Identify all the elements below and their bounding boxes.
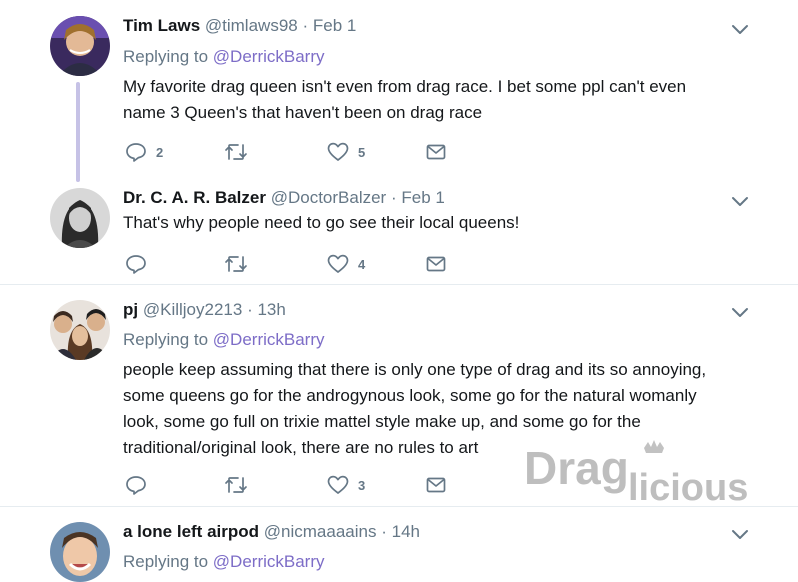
like-count: 3 xyxy=(358,477,366,493)
tweet-tim-laws[interactable]: Tim Laws @timlaws98 · Feb 1 Replying to … xyxy=(0,0,798,182)
retweet-icon[interactable] xyxy=(223,141,249,163)
like-button[interactable]: 3 xyxy=(327,473,365,497)
tweet-actions: 2 5 xyxy=(123,140,463,164)
chevron-down-icon[interactable] xyxy=(730,194,750,208)
separator-dot: · xyxy=(302,16,309,35)
display-name[interactable]: pj xyxy=(123,300,138,319)
chevron-down-icon[interactable] xyxy=(730,305,750,319)
avatar[interactable] xyxy=(50,16,110,76)
replying-prefix: Replying to xyxy=(123,47,209,66)
heart-icon[interactable] xyxy=(327,253,349,275)
reply-icon[interactable] xyxy=(125,474,147,496)
tweet-text-line: That's why people need to go see their l… xyxy=(123,213,520,232)
dm-button[interactable] xyxy=(425,473,447,497)
envelope-icon[interactable] xyxy=(425,141,447,163)
replying-to: Replying to @DerrickBarry xyxy=(123,330,325,350)
reply-button[interactable] xyxy=(125,252,156,276)
reply-icon[interactable] xyxy=(125,141,147,163)
replying-to-link[interactable]: @DerrickBarry xyxy=(213,552,325,571)
tweet-header: Tim Laws @timlaws98 · Feb 1 xyxy=(123,16,356,36)
display-name[interactable]: Dr. C. A. R. Balzer xyxy=(123,188,266,207)
chevron-down-icon[interactable] xyxy=(730,22,750,36)
dm-button[interactable] xyxy=(425,140,447,164)
replying-prefix: Replying to xyxy=(123,552,209,571)
avatar[interactable] xyxy=(50,300,110,360)
avatar[interactable] xyxy=(50,188,110,248)
reply-icon[interactable] xyxy=(125,253,147,275)
timestamp[interactable]: 14h xyxy=(392,522,420,541)
tweet-text-line: My favorite drag queen isn't even from d… xyxy=(123,77,687,96)
retweet-button[interactable] xyxy=(223,473,258,497)
tweet-text-line: look, some go full on trixie mattel styl… xyxy=(123,412,641,431)
like-count: 5 xyxy=(358,144,366,160)
envelope-icon[interactable] xyxy=(425,474,447,496)
tweet-text-line: name 3 Queen's that haven't been on drag… xyxy=(123,103,483,122)
tweet-text-line: people keep assuming that there is only … xyxy=(123,360,707,379)
tweet-text: That's why people need to go see their l… xyxy=(123,210,763,236)
like-button[interactable]: 4 xyxy=(327,252,365,276)
user-handle[interactable]: @timlaws98 xyxy=(205,16,298,35)
timestamp[interactable]: Feb 1 xyxy=(313,16,356,35)
retweet-button[interactable] xyxy=(223,252,258,276)
tweet-a-lone-left-airpod[interactable]: a lone left airpod @nicmaaaains · 14h Re… xyxy=(0,507,798,582)
tweet-header: pj @Killjoy2213 · 13h xyxy=(123,300,286,320)
replying-to-link[interactable]: @DerrickBarry xyxy=(213,330,325,349)
replying-to: Replying to @DerrickBarry xyxy=(123,47,325,67)
heart-icon[interactable] xyxy=(327,141,349,163)
reply-count: 2 xyxy=(156,144,164,160)
separator-dot: · xyxy=(390,188,397,207)
reply-button[interactable]: 2 xyxy=(125,140,163,164)
replying-to: Replying to @DerrickBarry xyxy=(123,552,325,572)
tweet-doctor-balzer[interactable]: Dr. C. A. R. Balzer @DoctorBalzer · Feb … xyxy=(0,180,798,284)
display-name[interactable]: a lone left airpod xyxy=(123,522,259,541)
tweet-actions: 3 xyxy=(123,473,463,497)
separator-dot: · xyxy=(381,522,387,541)
user-handle[interactable]: @nicmaaaains xyxy=(264,522,377,541)
timestamp[interactable]: Feb 1 xyxy=(401,188,444,207)
user-handle[interactable]: @DoctorBalzer xyxy=(271,188,387,207)
watermark-text-licious: licious xyxy=(628,467,748,509)
thread-line xyxy=(76,82,80,182)
watermark-text-drag: Drag xyxy=(524,442,629,494)
like-count: 4 xyxy=(358,256,366,272)
replying-prefix: Replying to xyxy=(123,330,209,349)
separator-dot: · xyxy=(247,300,253,319)
chevron-down-icon[interactable] xyxy=(730,527,750,541)
retweet-icon[interactable] xyxy=(223,474,249,496)
like-button[interactable]: 5 xyxy=(327,140,365,164)
reply-button[interactable] xyxy=(125,473,156,497)
tweet-actions: 4 xyxy=(123,252,463,276)
draglicious-watermark: Drag licious xyxy=(522,440,757,512)
tweet-header: a lone left airpod @nicmaaaains · 14h xyxy=(123,522,420,542)
retweet-button[interactable] xyxy=(223,140,258,164)
display-name[interactable]: Tim Laws xyxy=(123,16,200,35)
replying-to-link[interactable]: @DerrickBarry xyxy=(213,47,325,66)
retweet-icon[interactable] xyxy=(223,253,249,275)
dm-button[interactable] xyxy=(425,252,447,276)
timestamp[interactable]: 13h xyxy=(257,300,285,319)
heart-icon[interactable] xyxy=(327,474,349,496)
tweet-text: My favorite drag queen isn't even from d… xyxy=(123,74,763,126)
user-handle[interactable]: @Killjoy2213 xyxy=(143,300,242,319)
avatar[interactable] xyxy=(50,522,110,582)
tweet-header: Dr. C. A. R. Balzer @DoctorBalzer · Feb … xyxy=(123,188,445,208)
tweet-text-line: some queens go for the androgynous look,… xyxy=(123,386,697,405)
envelope-icon[interactable] xyxy=(425,253,447,275)
